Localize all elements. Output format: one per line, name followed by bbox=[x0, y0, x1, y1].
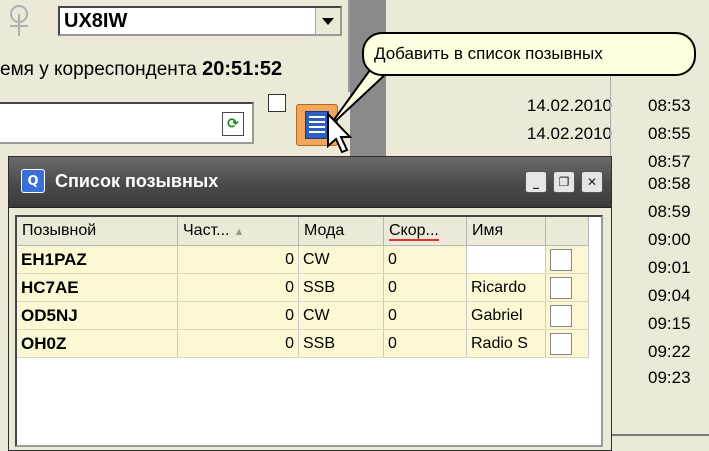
callsign-table: Позывной Част... ▲ Мода Скор... Имя EH1PA… bbox=[17, 217, 589, 358]
col-header-callsign[interactable]: Позывной bbox=[17, 217, 178, 246]
col-header-frequency[interactable]: Част... ▲ bbox=[177, 217, 299, 246]
cell-mode: CW bbox=[298, 245, 384, 274]
cell-frequency: 0 bbox=[177, 273, 299, 302]
callsign-value: UX8IW bbox=[64, 10, 128, 32]
cell-mode: SSB bbox=[298, 273, 384, 302]
cell-name bbox=[466, 245, 546, 274]
cell-callsign: OH0Z bbox=[17, 329, 178, 358]
cell-speed: 0 bbox=[383, 245, 467, 274]
cell-checkbox bbox=[545, 245, 589, 274]
log-time: 09:22 bbox=[648, 342, 691, 361]
col-header-mode[interactable]: Мода bbox=[298, 217, 384, 246]
mouse-cursor-icon bbox=[327, 112, 352, 154]
log-date: 14.02.2010 bbox=[526, 96, 612, 115]
secondary-input[interactable]: ⟳ bbox=[0, 102, 254, 144]
log-time: 09:23 bbox=[648, 368, 691, 387]
row-checkbox[interactable] bbox=[550, 276, 572, 299]
correspondent-time-label: емя у корреспондента bbox=[0, 59, 197, 80]
callsign-panel: UX8IW емя у корреспондента 20:51:52 bbox=[0, 0, 348, 92]
refresh-icon[interactable]: ⟳ bbox=[222, 112, 244, 136]
log-time: 08:59 bbox=[648, 202, 691, 221]
cell-speed: 0 bbox=[383, 273, 467, 302]
correspondent-time: емя у корреспондента 20:51:52 bbox=[0, 58, 282, 81]
log-row[interactable]: 14.02.2010 08:55 bbox=[386, 124, 709, 148]
combo-dropdown-arrow-icon[interactable] bbox=[315, 8, 340, 34]
log-time: 08:58 bbox=[648, 174, 691, 193]
cell-frequency: 0 bbox=[177, 245, 299, 274]
cell-frequency: 0 bbox=[177, 301, 299, 330]
tooltip-text: Добавить в список позывных bbox=[374, 44, 603, 63]
cell-mode: SSB bbox=[298, 329, 384, 358]
log-date: 14.02.2010 bbox=[526, 124, 612, 143]
log-time: 09:00 bbox=[648, 230, 691, 249]
cell-checkbox bbox=[545, 273, 589, 302]
log-time: 09:15 bbox=[648, 314, 691, 333]
cell-speed: 0 bbox=[383, 329, 467, 358]
cell-name: Gabriel bbox=[466, 301, 546, 330]
log-row[interactable]: 14.02.2010 08:53 bbox=[386, 96, 709, 120]
cell-checkbox bbox=[545, 301, 589, 330]
col-header-speed[interactable]: Скор... bbox=[383, 217, 467, 246]
log-time: 08:57 bbox=[648, 152, 691, 171]
antenna-icon bbox=[10, 5, 28, 36]
log-time: 08:53 bbox=[648, 96, 691, 115]
cell-name: Radio S bbox=[466, 329, 546, 358]
row-checkbox[interactable] bbox=[550, 332, 572, 355]
window-titlebar[interactable]: Q Список позывных _ ❐ ✕ bbox=[9, 157, 611, 208]
close-icon[interactable]: ✕ bbox=[581, 171, 603, 193]
callsign-combo[interactable]: UX8IW bbox=[58, 6, 342, 36]
log-time: 09:01 bbox=[648, 258, 691, 277]
cell-callsign: EH1PAZ bbox=[17, 245, 178, 274]
table-row[interactable]: OD5NJ 0 CW 0 Gabriel bbox=[17, 301, 589, 330]
cell-name: Ricardo bbox=[466, 273, 546, 302]
log-time: 08:55 bbox=[648, 124, 691, 143]
cell-mode: CW bbox=[298, 301, 384, 330]
row-checkbox[interactable] bbox=[550, 248, 572, 271]
minimize-icon[interactable]: _ bbox=[525, 171, 547, 193]
table-header-row: Позывной Част... ▲ Мода Скор... Имя bbox=[17, 217, 589, 246]
cell-checkbox bbox=[545, 329, 589, 358]
restore-icon[interactable]: ❐ bbox=[553, 171, 575, 193]
col-header-name[interactable]: Имя bbox=[466, 217, 546, 246]
cell-callsign: HC7AE bbox=[17, 273, 178, 302]
app-icon: Q bbox=[21, 169, 45, 193]
col-header-check[interactable] bbox=[545, 217, 589, 246]
cell-frequency: 0 bbox=[177, 329, 299, 358]
callsign-list-window: Q Список позывных _ ❐ ✕ Позывной Част...… bbox=[8, 156, 612, 451]
cell-callsign: OD5NJ bbox=[17, 301, 178, 330]
cell-speed: 0 bbox=[383, 301, 467, 330]
tooltip: Добавить в список позывных bbox=[362, 32, 696, 76]
sort-ascending-icon: ▲ bbox=[233, 226, 245, 238]
log-time: 09:04 bbox=[648, 286, 691, 305]
correspondent-time-value: 20:51:52 bbox=[202, 58, 283, 80]
row-checkbox[interactable] bbox=[550, 304, 572, 327]
table-row[interactable]: HC7AE 0 SSB 0 Ricardo bbox=[17, 273, 589, 302]
table-row[interactable]: EH1PAZ 0 CW 0 bbox=[17, 245, 589, 274]
option-checkbox[interactable] bbox=[268, 94, 286, 112]
table-row[interactable]: OH0Z 0 SSB 0 Radio S bbox=[17, 329, 589, 358]
window-title: Список позывных bbox=[55, 171, 219, 191]
callsign-grid: Позывной Част... ▲ Мода Скор... Имя EH1PA… bbox=[15, 215, 603, 447]
